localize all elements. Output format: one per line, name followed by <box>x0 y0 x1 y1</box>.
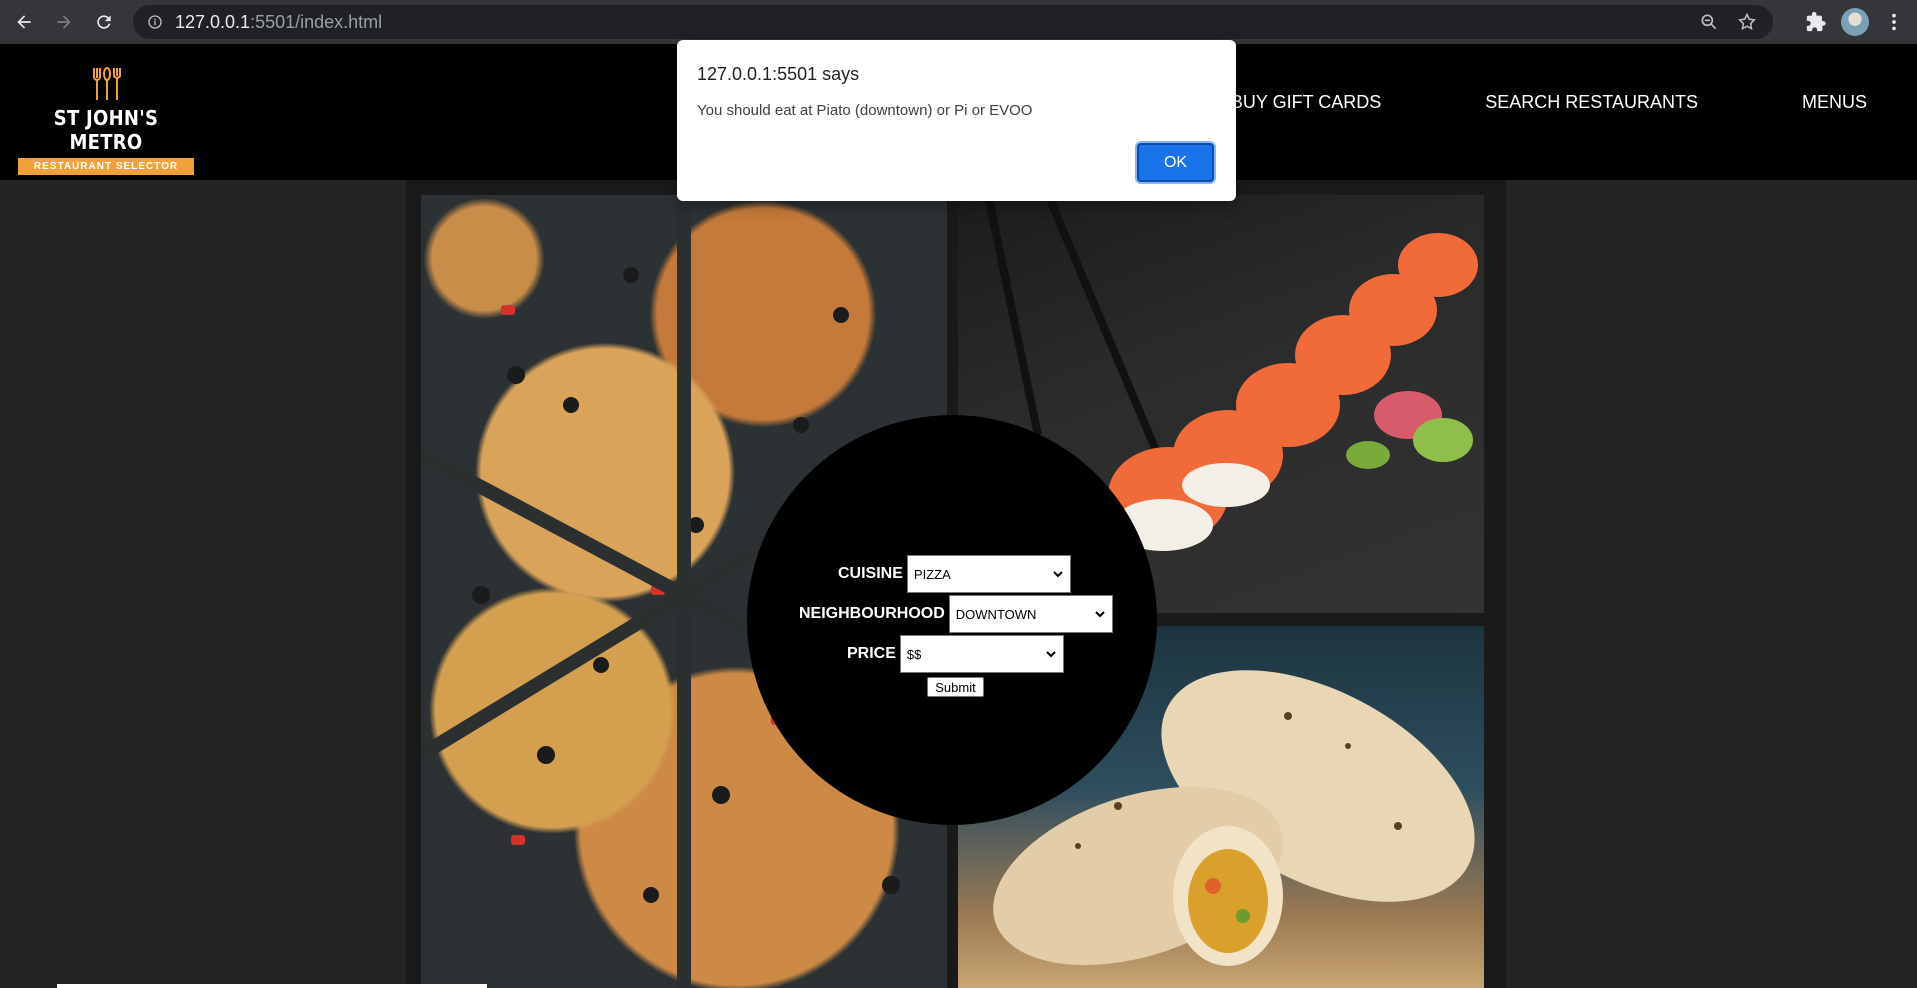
url-text: 127.0.0.1:5501/index.html <box>175 12 382 33</box>
dialog-title: 127.0.0.1:5501 says <box>697 64 860 84</box>
url-path: :5501/index.html <box>250 11 383 32</box>
forward-button[interactable] <box>44 0 84 44</box>
price-row: PRICE $$ <box>847 635 1064 673</box>
forward-arrow-icon <box>57 15 71 29</box>
reload-icon <box>97 15 111 29</box>
main-nav: BUY GIFT CARDS SEARCH RESTAURANTS MENUS <box>1231 92 1867 113</box>
cuisine-select[interactable]: PIZZA <box>906 555 1071 593</box>
nav-search-restaurants[interactable]: SEARCH RESTAURANTS <box>1485 92 1698 113</box>
neighbourhood-row: NEIGHBOURHOOD DOWNTOWN <box>799 595 1113 633</box>
price-label: PRICE <box>847 645 896 662</box>
avatar[interactable] <box>1841 8 1869 36</box>
site-logo[interactable]: ST JOHN'S METRO RESTAURANT SELECTOR <box>18 64 194 175</box>
cuisine-label: CUISINE <box>838 565 903 582</box>
neighbourhood-select[interactable]: DOWNTOWN <box>948 595 1113 633</box>
cuisine-row: CUISINE PIZZA <box>838 555 1071 593</box>
neighbourhood-label: NEIGHBOURHOOD <box>799 605 945 622</box>
ok-button[interactable]: OK <box>1137 143 1214 182</box>
chevron-down-icon <box>1046 651 1056 658</box>
chevron-down-icon <box>1053 571 1063 578</box>
extensions-icon[interactable] <box>1805 11 1827 33</box>
info-icon[interactable] <box>147 14 163 30</box>
nav-buy-gift-cards[interactable]: BUY GIFT CARDS <box>1231 92 1381 113</box>
main-content: CUISINE PIZZA NEIGHBOURHOOD DOWNTOWN PRI… <box>406 180 1506 988</box>
neighbourhood-value: DOWNTOWN <box>955 606 1037 622</box>
dialog-message: You should eat at Piato (downtown) or Pi… <box>697 102 1033 119</box>
url-host: 127.0.0.1 <box>175 11 251 32</box>
cuisine-value: PIZZA <box>913 566 951 582</box>
scrollbar-strip <box>57 984 487 988</box>
submit-button[interactable]: Submit <box>927 677 984 697</box>
price-select[interactable]: $$ <box>899 635 1064 673</box>
chevron-down-icon <box>1095 611 1105 618</box>
zoom-icon[interactable] <box>1699 12 1719 32</box>
menu-dots-icon[interactable] <box>1883 11 1905 33</box>
star-icon[interactable] <box>1737 12 1757 32</box>
back-button[interactable] <box>4 0 44 44</box>
alert-dialog: 127.0.0.1:5501 says You should eat at Pi… <box>677 40 1236 201</box>
price-value: $$ <box>906 646 922 662</box>
cutlery-icon <box>18 64 194 104</box>
browser-toolbar: 127.0.0.1:5501/index.html <box>0 0 1917 44</box>
logo-subtitle: RESTAURANT SELECTOR <box>18 158 194 175</box>
nav-menus[interactable]: MENUS <box>1802 92 1867 113</box>
reload-button[interactable] <box>84 0 124 44</box>
logo-title: ST JOHN'S METRO <box>53 106 159 154</box>
address-bar[interactable]: 127.0.0.1:5501/index.html <box>133 5 1773 39</box>
back-arrow-icon <box>17 15 31 29</box>
